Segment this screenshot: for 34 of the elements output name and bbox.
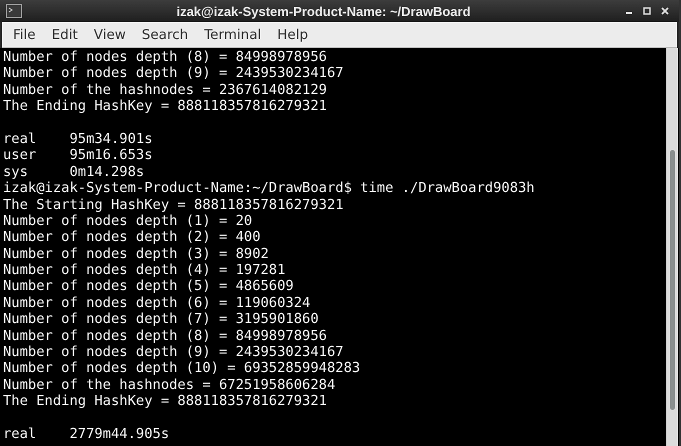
maximize-icon[interactable] [643,7,651,15]
terminal-line: Number of nodes depth (9) = 2439530234167 [3,344,345,360]
terminal-icon [6,4,22,18]
terminal-line: Number of the hashnodes = 67251958606284 [3,376,336,394]
close-icon[interactable] [661,7,669,15]
menu-item[interactable]: Edit [44,26,86,42]
menu-item[interactable]: Terminal [196,26,270,42]
terminal-line: The Ending HashKey = 888118357816279321 [3,98,328,115]
window-title: izak@izak-System-Product-Name: ~/DrawBoard [175,4,472,18]
menu-item[interactable]: View [86,26,134,42]
terminal-line: Number of nodes depth (5) = 4865609 [3,278,295,295]
terminal-line: Number of nodes depth (6) = 119060324 [3,294,312,312]
terminal-line: The Starting HashKey = 888118357816279321 [3,196,345,213]
terminal-line: Number of nodes depth (4) = 197281 [3,262,286,278]
terminal-line: sys 0m14.298s [3,164,146,180]
terminal-line: Number of nodes depth (1) = 20 [3,212,254,230]
scrollbar-thumb[interactable] [670,150,675,410]
terminal-line: real 2779m44.905s [3,426,170,442]
terminal-line: izak@izak-System-Product-Name:~/DrawBoard$ time ./DrawBoard9083h [3,180,536,197]
scrollbar[interactable] [666,48,678,446]
menu-item[interactable]: File [5,26,44,42]
terminal-line: Number of nodes depth (2) = 400 [3,229,262,246]
terminal-line: Number of nodes depth (8) = 84998978956 [3,328,328,344]
menu-item[interactable]: Help [269,26,316,42]
terminal-line: real 95m34.901s [3,130,154,148]
menu-item[interactable]: Search [134,26,196,42]
terminal-line: Number of nodes depth (8) = 84998978956 [3,49,328,66]
terminal-line: Number of nodes depth (7) = 3195901860 [3,311,320,328]
terminal-line: Number of nodes depth (3) = 8902 [3,246,270,262]
terminal-line: user 95m16.653s [3,147,154,164]
terminal-line: Number of nodes depth (10) = 69352859948283 [3,360,362,377]
terminal-line: Number of the hashnodes = 2367614082129 [3,82,328,98]
terminal-line: The Ending HashKey = 888118357816279321 [3,393,328,410]
terminal-line: Number of nodes depth (9) = 2439530234167 [3,65,345,82]
